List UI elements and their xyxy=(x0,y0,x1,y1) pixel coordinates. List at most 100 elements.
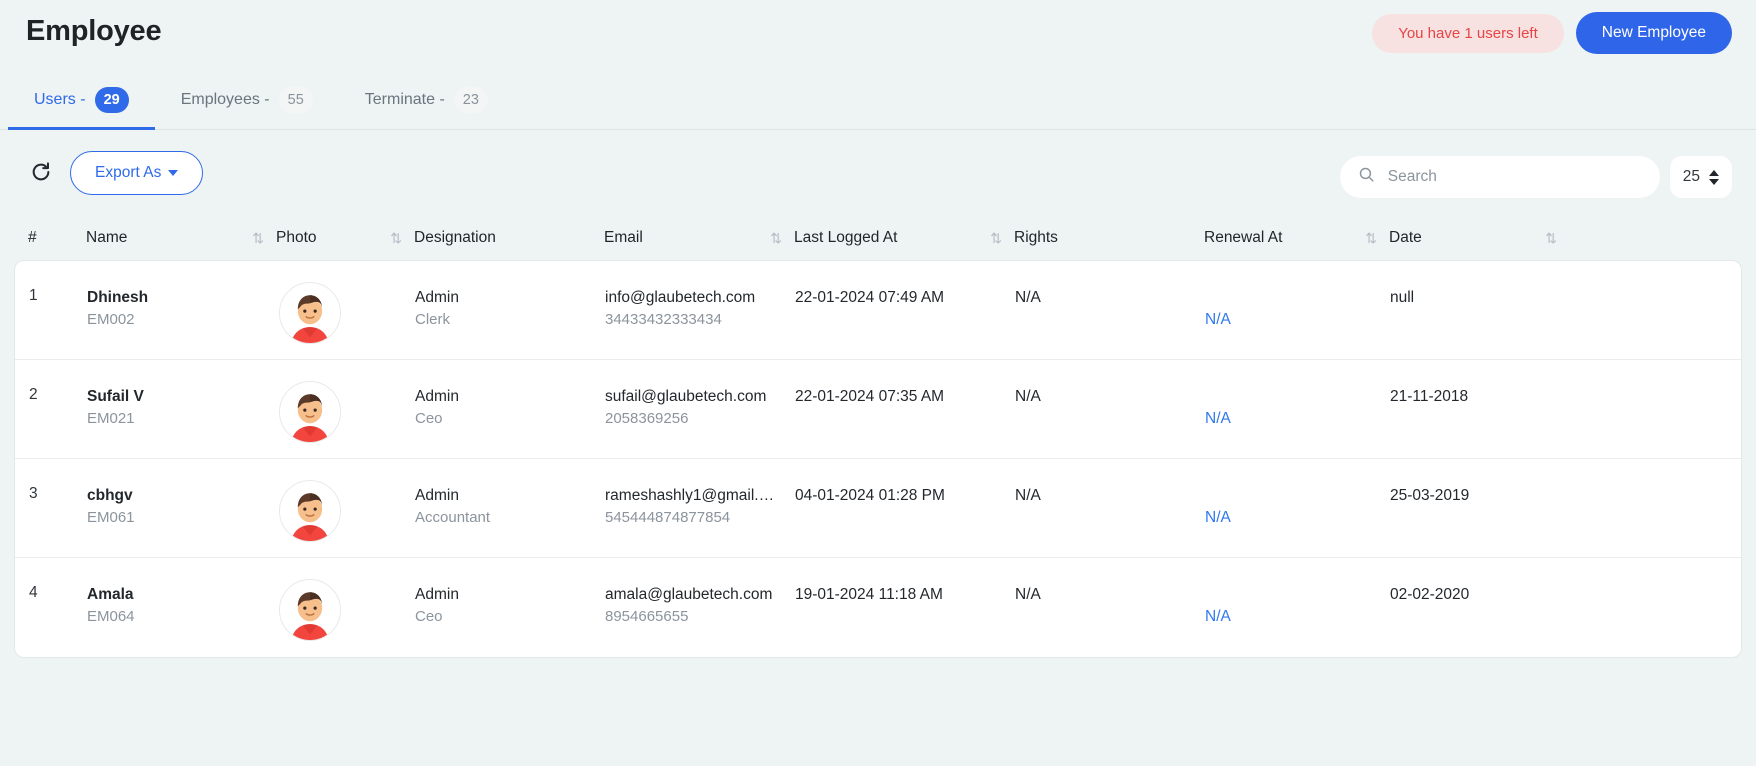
cell-name: Dhinesh EM002 xyxy=(87,287,277,331)
tab-users-count: 29 xyxy=(94,87,129,113)
phone: 34433432333434 xyxy=(605,311,722,329)
tab-users[interactable]: Users - 29 xyxy=(8,87,155,130)
cell-email: sufail@glaubetech.com 2058369256 xyxy=(605,386,795,430)
cell-last-logged-at: 22-01-2024 07:35 AM xyxy=(795,388,945,405)
column-header-last-logged-at-label: Last Logged At xyxy=(794,229,898,246)
new-employee-button[interactable]: New Employee xyxy=(1575,12,1732,54)
table-header-row: # Name ⇅ Photo ⇅ Designation Email ⇅ Las… xyxy=(14,216,1742,260)
cell-index: 3 xyxy=(29,485,38,502)
avatar xyxy=(279,579,341,641)
cell-name: Amala EM064 xyxy=(87,584,277,628)
table-row[interactable]: 2 Sufail V EM021 Admin Ceo sufail@glaube… xyxy=(15,360,1741,459)
table-row[interactable]: 3 cbhgv EM061 Admin Accountant rameshash… xyxy=(15,459,1741,558)
page-title: Employee xyxy=(26,14,162,47)
employee-code: EM021 xyxy=(87,410,135,428)
cell-renewal-at: N/A xyxy=(1205,287,1390,329)
column-header-name[interactable]: Name ⇅ xyxy=(86,229,276,247)
column-header-photo[interactable]: Photo ⇅ xyxy=(276,229,414,247)
email: rameshashly1@gmail.c… xyxy=(605,487,777,504)
renewal-at-link[interactable]: N/A xyxy=(1205,311,1376,329)
role: Accountant xyxy=(415,509,491,527)
cell-rights: N/A xyxy=(1015,388,1041,405)
cell-designation: Admin Ceo xyxy=(415,386,605,430)
column-header-photo-label: Photo xyxy=(276,229,317,246)
column-header-email[interactable]: Email ⇅ xyxy=(604,229,794,247)
sort-icon[interactable]: ⇅ xyxy=(1545,231,1557,245)
column-header-renewal-at[interactable]: Renewal At ⇅ xyxy=(1204,229,1389,247)
designation: Admin xyxy=(415,586,459,603)
cell-photo xyxy=(277,480,415,542)
sort-icon[interactable]: ⇅ xyxy=(252,231,264,245)
cell-designation: Admin Ceo xyxy=(415,584,605,628)
employee-code: EM064 xyxy=(87,608,135,626)
renewal-at-link[interactable]: N/A xyxy=(1205,509,1376,527)
sort-icon[interactable]: ⇅ xyxy=(770,231,782,245)
tab-users-label: Users - xyxy=(34,91,86,108)
cell-name: Sufail V EM021 xyxy=(87,386,277,430)
toolbar-right-group: 25 xyxy=(1339,156,1732,198)
employee-page: Employee You have 1 users left New Emplo… xyxy=(0,0,1756,766)
email: amala@glaubetech.com xyxy=(605,586,773,603)
header-actions: You have 1 users left New Employee xyxy=(1372,12,1732,54)
sort-icon[interactable]: ⇅ xyxy=(990,231,1002,245)
cell-photo xyxy=(277,381,415,443)
renewal-at-link[interactable]: N/A xyxy=(1205,608,1376,626)
cell-date: 21-11-2018 xyxy=(1390,388,1469,405)
search-icon xyxy=(1358,166,1375,188)
cell-designation: Admin Clerk xyxy=(415,287,605,331)
sort-icon[interactable]: ⇅ xyxy=(390,231,402,245)
chevron-down-icon xyxy=(168,170,179,176)
column-header-designation-label: Designation xyxy=(414,229,496,246)
search-input[interactable] xyxy=(1385,167,1642,187)
role: Ceo xyxy=(415,410,443,428)
cell-rights: N/A xyxy=(1015,487,1041,504)
refresh-button[interactable] xyxy=(24,156,58,190)
cell-date: null xyxy=(1390,289,1415,306)
employee-name: Amala xyxy=(87,586,134,603)
cell-photo xyxy=(277,282,415,344)
tab-employees[interactable]: Employees - 55 xyxy=(155,87,339,129)
table-row[interactable]: 1 Dhinesh EM002 Admin Clerk info@glaubet… xyxy=(15,261,1741,360)
employee-name: Sufail V xyxy=(87,388,144,405)
column-header-rights-label: Rights xyxy=(1014,229,1058,246)
avatar xyxy=(279,282,341,344)
sort-icon[interactable]: ⇅ xyxy=(1365,231,1377,245)
cell-last-logged-at: 19-01-2024 11:18 AM xyxy=(795,586,943,603)
cell-date: 02-02-2020 xyxy=(1390,586,1470,603)
tab-terminate-count: 23 xyxy=(453,87,488,113)
column-header-email-label: Email xyxy=(604,229,643,246)
tab-terminate-label: Terminate - xyxy=(364,91,445,108)
cell-last-logged-at: 04-01-2024 01:28 PM xyxy=(795,487,945,504)
column-header-date[interactable]: Date ⇅ xyxy=(1389,229,1569,247)
column-header-renewal-at-label: Renewal At xyxy=(1204,229,1283,246)
cell-date: 25-03-2019 xyxy=(1390,487,1470,504)
export-as-label: Export As xyxy=(95,164,162,181)
export-as-button[interactable]: Export As xyxy=(70,151,204,195)
phone: 8954665655 xyxy=(605,608,689,626)
tab-employees-label: Employees - xyxy=(180,91,270,108)
search-box[interactable] xyxy=(1339,156,1660,198)
page-size-selector[interactable]: 25 xyxy=(1669,156,1732,198)
column-header-rights: Rights xyxy=(1014,229,1204,247)
column-header-index-label: # xyxy=(28,229,37,246)
tab-terminate[interactable]: Terminate - 23 xyxy=(339,87,514,129)
page-size-value: 25 xyxy=(1682,168,1700,185)
cell-last-logged-at: 22-01-2024 07:49 AM xyxy=(795,289,945,306)
cell-index: 1 xyxy=(29,287,38,304)
phone: 545444874877854 xyxy=(605,509,731,527)
designation: Admin xyxy=(415,388,459,405)
column-header-name-label: Name xyxy=(86,229,128,246)
cell-renewal-at: N/A xyxy=(1205,386,1390,428)
employee-table: # Name ⇅ Photo ⇅ Designation Email ⇅ Las… xyxy=(0,216,1756,658)
column-header-index: # xyxy=(28,229,86,247)
column-header-last-logged-at[interactable]: Last Logged At ⇅ xyxy=(794,229,1014,247)
refresh-icon xyxy=(30,161,52,186)
email: info@glaubetech.com xyxy=(605,289,756,306)
employee-name: Dhinesh xyxy=(87,289,149,306)
employee-code: EM002 xyxy=(87,311,135,329)
cell-email: rameshashly1@gmail.c… 545444874877854 xyxy=(605,485,795,529)
designation: Admin xyxy=(415,487,459,504)
cell-renewal-at: N/A xyxy=(1205,584,1390,626)
table-row[interactable]: 4 Amala EM064 Admin Ceo amala@glaubetech… xyxy=(15,558,1741,657)
renewal-at-link[interactable]: N/A xyxy=(1205,410,1376,428)
